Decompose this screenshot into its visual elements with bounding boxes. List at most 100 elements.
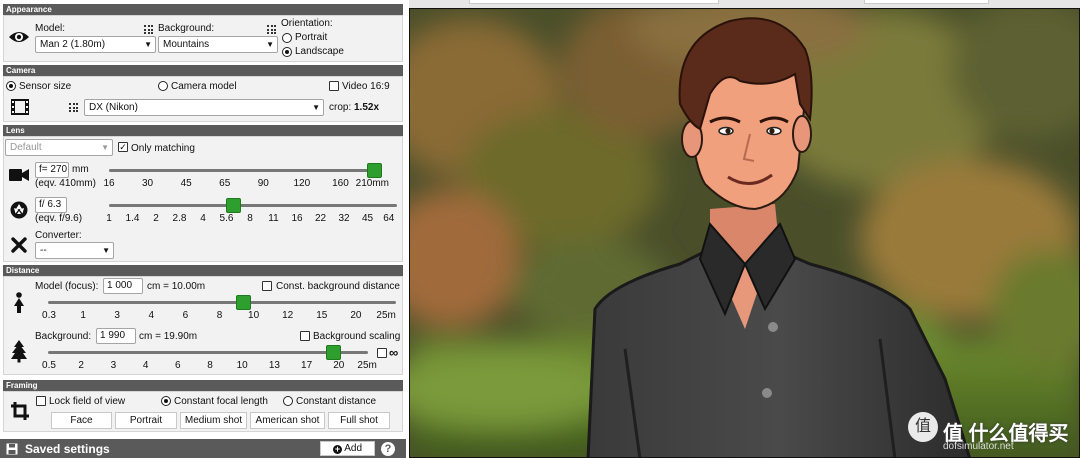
background-distance-slider-thumb[interactable] [325,345,341,360]
const-background-checkbox[interactable] [262,281,272,291]
viewport-top-strip [409,0,1080,8]
background-distance-slider-track[interactable] [48,351,368,354]
tick-label: 4 [200,213,206,224]
landscape-radio[interactable] [282,47,292,57]
film-strip-icon [11,99,29,115]
scene-viewport[interactable]: 值 值 什么值得买 dofsimulator.net [409,8,1080,458]
tick-label: 16 [291,213,303,224]
camera-header: Camera [3,65,403,76]
tick-label: 20 [333,360,345,371]
sensor-size-radio[interactable] [6,81,16,91]
const-background-label: Const. background distance [276,281,400,292]
background-distance-input[interactable]: 1 990 [96,328,136,344]
model-select-value: Man 2 (1.80m) [40,39,106,50]
tick-label: 120 [293,178,311,189]
tick-label: 1 [106,213,112,224]
model-distance-slider-thumb[interactable] [235,295,251,310]
help-icon[interactable]: ? [381,442,395,456]
tick-label: 3 [114,310,120,321]
lens-section: Default ▼ ✓ Only matching f= 270 mm (eqv.… [3,136,403,262]
full-shot-button[interactable]: Full shot [328,412,390,429]
tick-label: 160 [332,178,349,189]
watermark-logo: 值 [908,412,938,442]
search-field[interactable] [864,0,989,4]
tick-label: 2 [153,213,159,224]
lock-fov-checkbox[interactable] [36,396,46,406]
constant-focal-radio[interactable] [161,396,171,406]
only-matching-label: Only matching [131,143,195,154]
tick-label: 4 [142,360,149,371]
settings-panel: Appearance Model: Man 2 (1.80m) ▼ Backgro… [0,0,406,458]
saved-settings-title: Saved settings [25,442,110,456]
tick-label: 4 [148,310,155,321]
only-matching-checkbox[interactable]: ✓ [118,142,128,152]
tick-label: 25m [357,360,377,371]
tick-label: 20 [350,310,362,321]
model-distance-tick-labels: 0.3 1 3 4 6 8 10 12 15 20 25m [42,310,396,322]
infinity-checkbox[interactable] [377,348,387,358]
model-select[interactable]: Man 2 (1.80m) ▼ [35,36,156,53]
add-button[interactable]: + Add [320,441,375,456]
model-focus-result: cm = 10.00m [147,281,206,292]
appearance-section: Model: Man 2 (1.80m) ▼ Background: Mounta… [3,15,403,62]
converter-label: Converter: [35,230,82,241]
background-select[interactable]: Mountains ▼ [158,36,278,53]
tick-label: 17 [301,360,313,371]
aperture-eqv: (eqv. f/9.6) [35,213,83,224]
tick-label: 32 [338,213,350,224]
converter-select-value: -- [40,245,47,256]
model-distance-slider-track[interactable] [48,301,396,304]
sensor-select-value: DX (Nikon) [89,102,138,113]
medium-shot-button[interactable]: Medium shot [180,412,247,429]
background-distance-label: Background: [35,331,92,342]
aperture-slider-thumb[interactable] [225,198,241,213]
tick-label: 0.3 [42,310,56,321]
aperture-input[interactable]: f/ 6.3 [35,197,67,213]
orientation-label: Orientation: [281,18,333,29]
focal-eqv: (eqv. 410mm) [35,178,96,189]
lock-fov-label: Lock field of view [49,396,126,407]
lens-select[interactable]: Default ▼ [5,139,113,156]
scene-image [410,9,1079,457]
focal-length-input[interactable]: f= 270 [35,162,69,178]
chevron-down-icon: ▼ [101,143,109,152]
sensor-size-label: Sensor size [19,81,72,92]
focal-unit: mm [72,164,89,175]
camera-model-radio[interactable] [158,81,168,91]
plus-icon: + [332,444,342,454]
infinity-label: ∞ [389,345,399,360]
constant-distance-radio[interactable] [283,396,293,406]
aperture-slider-track[interactable] [109,204,397,207]
portrait-radio[interactable] [282,33,292,43]
video-label: Video 16:9 [342,81,390,92]
tick-label: 65 [219,178,231,189]
crop-value: 1.52x [354,102,380,113]
converter-select[interactable]: -- ▼ [35,242,114,259]
model-label: Model: [35,23,66,34]
person-icon [14,292,24,313]
tick-label: 6 [182,310,189,321]
aperture-icon [10,201,28,219]
url-field[interactable] [469,0,719,4]
tick-label: 8 [207,360,213,371]
american-shot-button[interactable]: American shot [250,412,325,429]
sensor-select[interactable]: DX (Nikon) ▼ [84,99,324,116]
chevron-down-icon: ▼ [102,246,110,255]
distance-section: Model (focus): 1 000 cm = 10.00m Const. … [3,276,403,375]
distance-header: Distance [3,265,403,276]
tick-label: 210mm [355,178,390,189]
tick-label: 12 [282,310,294,321]
portrait-button[interactable]: Portrait [115,412,177,429]
focal-slider-thumb[interactable] [366,163,382,178]
grid-icon [69,103,78,112]
tick-label: 16 [103,178,115,189]
face-button[interactable]: Face [51,412,112,429]
focal-slider-track[interactable] [109,169,379,172]
chevron-down-icon: ▼ [144,40,152,49]
background-scaling-label: Background scaling [313,331,401,342]
save-icon [6,443,18,455]
background-scaling-checkbox[interactable] [300,331,310,341]
video-checkbox[interactable] [329,81,339,91]
model-focus-input[interactable]: 1 000 [103,278,143,294]
tick-label: 5.6 [219,213,234,224]
